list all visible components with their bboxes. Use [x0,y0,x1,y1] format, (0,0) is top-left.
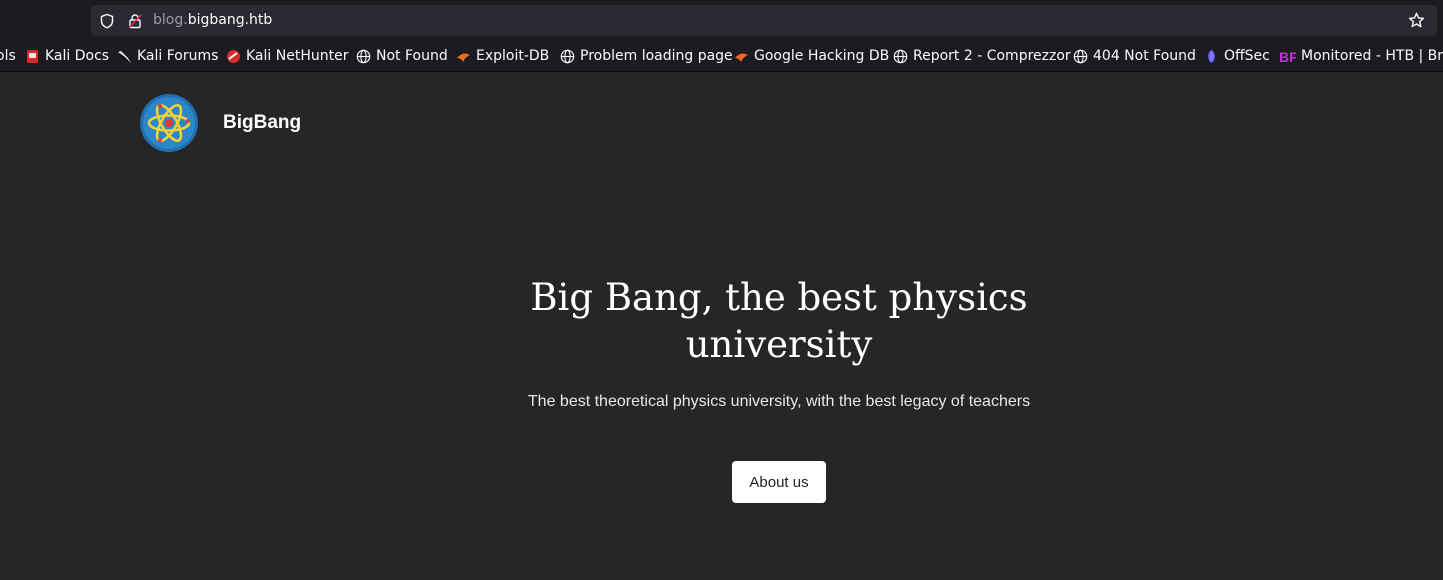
address-bar[interactable]: blog.bigbang.htb [91,5,1437,36]
bookmark-report-comprezzor[interactable]: Report 2 - Comprezzor [893,48,1071,64]
bookmark-kali-nethunter[interactable]: Kali NetHunter [226,48,348,64]
atom-logo-icon[interactable] [139,93,199,153]
globe-icon [893,49,908,64]
bookmark-label: Exploit-DB [476,48,550,64]
bookmark-exploit-db[interactable]: Exploit-DB [456,48,549,64]
shield-icon[interactable] [99,13,115,29]
bookmark-label: Report 2 - Comprezzor [913,48,1071,64]
bookmark-star-icon[interactable] [1408,12,1425,29]
bookmark-label: Google Hacking DB [754,48,890,64]
bookmark-problem-loading-page[interactable]: Problem loading page [560,48,733,64]
kali-docs-icon [25,49,40,64]
bookmark-label: Monitored - HTB | Bre... [1301,48,1443,64]
bookmark-label: Kali NetHunter [246,48,349,64]
url-domain: bigbang.htb [187,12,273,28]
globe-icon [560,49,575,64]
bookmark-label: Kali Docs [45,48,110,64]
bookmark-label: Not Found [376,48,448,64]
nethunter-icon [226,49,241,64]
exploitdb-icon [456,49,471,64]
bookmark-not-found[interactable]: Not Found [356,48,448,64]
url-subdomain: blog. [153,12,188,28]
hero-subtitle: The best theoretical physics university,… [527,393,1031,410]
browser-toolbar: blog.bigbang.htb ols Kali Docs Kali Foru… [0,0,1443,72]
bookmark-label: OffSec [1224,48,1270,64]
exploitdb-icon [734,49,749,64]
bookmark-label: Problem loading page [580,48,733,64]
bf-icon: BF [1279,49,1298,65]
hero-title: Big Bang, the best physics university [530,276,1028,366]
bookmark-kali-docs[interactable]: Kali Docs [25,48,109,64]
svg-text:BF: BF [1279,49,1296,64]
insecure-lock-icon[interactable] [127,13,143,29]
navigation-bar: blog.bigbang.htb [0,0,1443,42]
bookmark-404-not-found[interactable]: 404 Not Found [1073,48,1196,64]
bookmark-google-hacking-db[interactable]: Google Hacking DB [734,48,889,64]
bookmark-monitored-htb[interactable]: BF Monitored - HTB | Bre... [1279,48,1443,65]
bookmark-label: 404 Not Found [1093,48,1196,64]
site-name[interactable]: BigBang [223,112,301,134]
url-text[interactable]: blog.bigbang.htb [153,12,272,28]
page-content: BigBang Big Bang, the best physics unive… [0,72,1443,580]
bookmark-tools[interactable]: ols [0,48,16,64]
bookmarks-toolbar: ols Kali Docs Kali Forums Kali NetHunter… [0,43,1443,71]
globe-icon [1073,49,1088,64]
about-us-button[interactable]: About us [732,461,826,503]
kali-dragon-icon [117,49,132,64]
bookmark-label: ols [0,48,16,64]
offsec-icon [1204,49,1219,64]
bookmark-label: Kali Forums [137,48,219,64]
globe-icon [356,49,371,64]
bookmark-kali-forums[interactable]: Kali Forums [117,48,218,64]
bookmark-offsec[interactable]: OffSec [1204,48,1270,64]
